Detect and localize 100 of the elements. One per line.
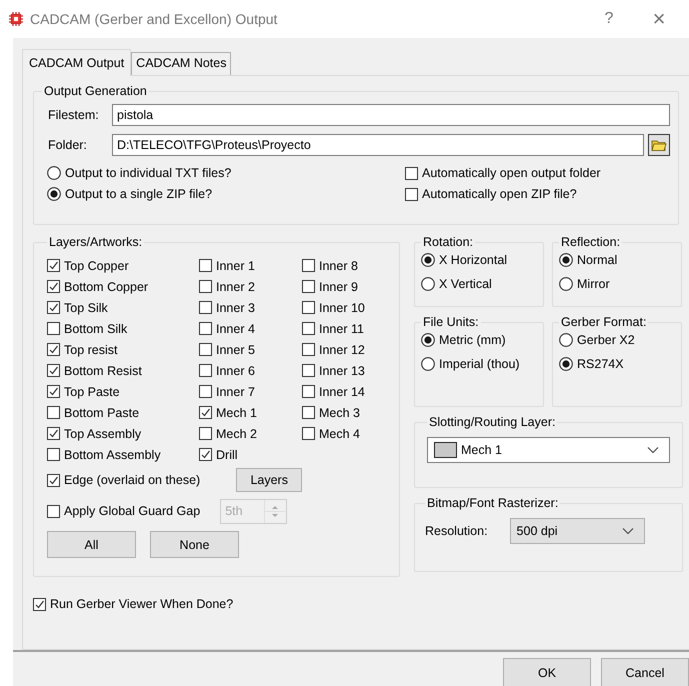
checkbox[interactable] xyxy=(199,406,212,419)
button[interactable]: None xyxy=(150,531,239,558)
checkbox[interactable] xyxy=(47,427,60,440)
radio-button[interactable] xyxy=(559,253,573,267)
radio-label[interactable]: Normal xyxy=(577,253,618,267)
checkbox[interactable] xyxy=(199,322,212,335)
checkbox-label[interactable]: Inner 10 xyxy=(319,300,365,314)
checkbox-label[interactable]: Top Paste xyxy=(64,384,120,398)
radio-label[interactable]: Imperial (thou) xyxy=(439,357,520,371)
checkbox[interactable] xyxy=(47,259,60,272)
checkbox-label[interactable]: Top Copper xyxy=(64,258,129,272)
checkbox-label[interactable]: Bottom Assembly xyxy=(64,448,161,462)
checkbox-label[interactable]: Run Gerber Viewer When Done? xyxy=(50,597,234,611)
dropdown[interactable]: Mech 1 xyxy=(427,437,670,463)
checkbox[interactable] xyxy=(33,598,46,610)
dropdown[interactable]: 500 dpi xyxy=(510,518,645,544)
radio-label[interactable]: Mirror xyxy=(577,277,610,291)
radio-button[interactable] xyxy=(421,277,435,291)
radio-label[interactable]: Output to a single ZIP file? xyxy=(65,187,212,201)
radio-button[interactable] xyxy=(421,333,435,347)
checkbox-label[interactable]: Inner 12 xyxy=(319,342,365,356)
checkbox-label[interactable]: Apply Global Guard Gap xyxy=(64,504,200,518)
checkbox-label[interactable]: Bottom Paste xyxy=(64,406,140,420)
tab[interactable]: CADCAM Output xyxy=(22,49,132,76)
radio-label[interactable]: Metric (mm) xyxy=(439,333,506,347)
checkbox[interactable] xyxy=(199,448,212,461)
checkbox[interactable] xyxy=(47,364,60,377)
checkbox-label[interactable]: Mech 2 xyxy=(216,426,257,440)
checkbox[interactable] xyxy=(405,166,418,180)
checkbox-label[interactable]: Inner 1 xyxy=(216,258,255,272)
radio-label[interactable]: Gerber X2 xyxy=(577,333,635,347)
checkbox[interactable] xyxy=(47,322,60,335)
checkbox-label[interactable]: Automatically open output folder xyxy=(422,166,601,180)
checkbox[interactable] xyxy=(47,448,60,461)
checkbox[interactable] xyxy=(47,504,60,518)
checkbox[interactable] xyxy=(199,364,212,377)
checkbox-label[interactable]: Bottom Silk xyxy=(64,322,128,336)
checkbox[interactable] xyxy=(47,474,60,486)
button[interactable]: OK xyxy=(503,658,591,686)
radio-label[interactable]: X Horizontal xyxy=(439,253,508,267)
radio-label[interactable]: RS274X xyxy=(577,357,624,371)
checkbox[interactable] xyxy=(47,343,60,356)
checkbox-label[interactable]: Inner 2 xyxy=(216,280,255,294)
radio-label[interactable]: X Vertical xyxy=(439,277,492,291)
checkbox-label[interactable]: Inner 11 xyxy=(319,322,364,336)
input-field[interactable]: pistola xyxy=(112,104,670,126)
checkbox-label[interactable]: Inner 4 xyxy=(216,322,255,336)
radio-button[interactable] xyxy=(421,253,435,267)
checkbox-label[interactable]: Top Silk xyxy=(64,300,108,314)
checkbox-label[interactable]: Inner 14 xyxy=(319,384,365,398)
checkbox[interactable] xyxy=(302,364,315,377)
checkbox[interactable] xyxy=(302,343,315,356)
checkbox-label[interactable]: Inner 7 xyxy=(216,384,255,398)
checkbox-label[interactable]: Inner 6 xyxy=(216,364,255,378)
checkbox[interactable] xyxy=(302,259,315,272)
checkbox[interactable] xyxy=(199,301,212,314)
help-button[interactable]: ? xyxy=(587,10,631,28)
checkbox[interactable] xyxy=(302,322,315,335)
checkbox-label[interactable]: Inner 9 xyxy=(319,280,358,294)
checkbox-label[interactable]: Inner 3 xyxy=(216,300,255,314)
checkbox-label[interactable]: Mech 1 xyxy=(216,406,257,420)
checkbox-label[interactable]: Mech 3 xyxy=(319,406,360,420)
checkbox[interactable] xyxy=(47,406,60,419)
checkbox[interactable] xyxy=(199,343,212,356)
checkbox-label[interactable]: Bottom Copper xyxy=(64,280,148,294)
checkbox[interactable] xyxy=(47,385,60,398)
close-button[interactable]: × xyxy=(637,6,681,32)
checkbox-label[interactable]: Top Assembly xyxy=(64,426,142,440)
checkbox-label[interactable]: Mech 4 xyxy=(319,426,360,440)
checkbox[interactable] xyxy=(302,427,315,440)
checkbox-label[interactable]: Inner 13 xyxy=(319,364,365,378)
button[interactable]: All xyxy=(47,531,136,558)
checkbox[interactable] xyxy=(302,406,315,419)
checkbox-label[interactable]: Inner 8 xyxy=(319,258,358,272)
checkbox[interactable] xyxy=(405,188,418,200)
radio-button[interactable] xyxy=(559,333,573,347)
radio-button[interactable] xyxy=(47,187,61,201)
checkbox-label[interactable]: Edge (overlaid on these) xyxy=(64,473,200,487)
checkbox[interactable] xyxy=(199,280,212,293)
input-field[interactable]: D:\TELECO\TFG\Proteus\Proyecto xyxy=(112,134,644,156)
checkbox-label[interactable]: Inner 5 xyxy=(216,342,255,356)
layers-button[interactable]: Layers xyxy=(236,468,302,492)
browse-button[interactable] xyxy=(648,134,670,156)
checkbox[interactable] xyxy=(302,301,315,314)
radio-button[interactable] xyxy=(559,277,573,291)
checkbox-label[interactable]: Bottom Resist xyxy=(64,364,142,378)
checkbox-label[interactable]: Automatically open ZIP file? xyxy=(422,187,577,201)
checkbox[interactable] xyxy=(199,259,212,272)
checkbox-label[interactable]: Top resist xyxy=(64,342,118,356)
checkbox[interactable] xyxy=(302,385,315,398)
checkbox[interactable] xyxy=(302,280,315,293)
tab[interactable]: CADCAM Notes xyxy=(131,52,232,75)
checkbox[interactable] xyxy=(47,301,60,314)
radio-label[interactable]: Output to individual TXT files? xyxy=(65,166,232,180)
checkbox[interactable] xyxy=(199,427,212,440)
radio-button[interactable] xyxy=(47,166,61,180)
checkbox[interactable] xyxy=(199,385,212,398)
radio-button[interactable] xyxy=(559,357,573,371)
radio-button[interactable] xyxy=(421,357,435,371)
checkbox-label[interactable]: Drill xyxy=(216,448,238,462)
